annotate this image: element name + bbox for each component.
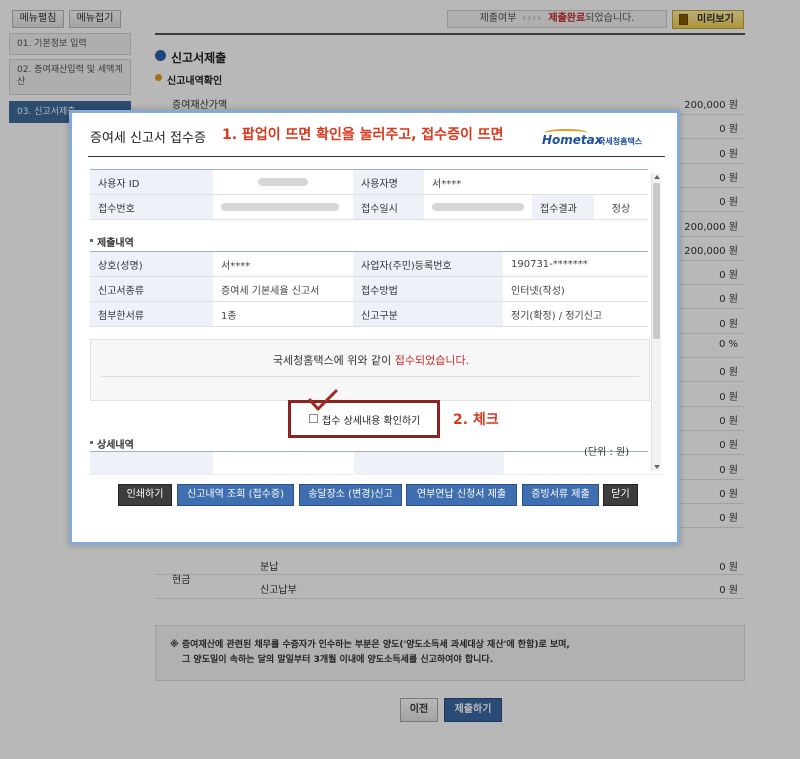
report-type-value: 정기(확정) / 정기신고 (503, 301, 648, 327)
popup-button-row: 인쇄하기 신고내역 조회 (접수증) 송달장소 (변경)신고 연부연납 신청서 … (72, 484, 677, 508)
attach-label: 첨부한서류 (90, 301, 213, 327)
user-id-value (213, 169, 353, 195)
user-name-value: 서**** (424, 169, 648, 195)
installment-button[interactable]: 연부연납 신청서 제출 (406, 484, 517, 506)
biz-no-label: 사업자(주민)등록번호 (353, 251, 503, 277)
form-type-label: 신고서종류 (90, 276, 213, 302)
trade-name-label: 상호(성명) (90, 251, 213, 277)
scroll-up-icon[interactable] (654, 175, 660, 179)
receipt-no-value (213, 194, 353, 220)
receipt-result-label: 접수결과 (532, 194, 594, 220)
detail-confirm-label[interactable]: 접수 상세내용 확인하기 (322, 412, 420, 427)
receipt-message-box: 국세청홈택스에 위와 같이 접수되었습니다. (90, 339, 650, 401)
hometax-logo: Hometax 국세청홈택스 (540, 129, 652, 151)
close-button[interactable]: 닫기 (603, 484, 638, 506)
receipt-result-value: 정상 (594, 194, 648, 220)
popup-scrollbar[interactable] (651, 173, 661, 471)
annotation-step-2: 2. 체크 (453, 412, 499, 428)
print-button[interactable]: 인쇄하기 (118, 484, 172, 506)
history-button[interactable]: 신고내역 조회 (접수증) (177, 484, 294, 506)
detail-table-head (90, 451, 648, 474)
submission-section-label: 제출내역 (90, 234, 134, 249)
receipt-method-label: 접수방법 (353, 276, 503, 302)
user-info-table: 사용자 ID 사용자명 서**** 접수번호 접수일시 접수결과 정상 (90, 169, 648, 220)
evidence-button[interactable]: 증빙서류 제출 (522, 484, 599, 506)
detail-section-label: 상세내역 (90, 436, 134, 451)
scroll-thumb[interactable] (653, 183, 660, 339)
receipt-date-label: 접수일시 (353, 194, 424, 220)
annotation-step-1: 1. 팝업이 뜨면 확인을 눌러주고, 접수증이 뜨면 (222, 127, 504, 143)
receipt-no-label: 접수번호 (90, 194, 213, 220)
detail-confirm-checkbox[interactable] (309, 414, 318, 423)
report-type-label: 신고구분 (353, 301, 503, 327)
user-id-label: 사용자 ID (90, 169, 213, 195)
logo-korean-text: 국세청홈택스 (598, 137, 643, 146)
receipt-popup: 증여세 신고서 접수증 1. 팝업이 뜨면 확인을 눌러주고, 접수증이 뜨면 … (69, 110, 680, 545)
submission-table: 상호(성명) 서**** 사업자(주민)등록번호 190731-******* … (90, 251, 648, 327)
receipt-message: 국세청홈택스에 위와 같이 접수되었습니다. (272, 354, 470, 367)
popup-divider (88, 156, 665, 157)
logo-text: Hometax (542, 133, 603, 147)
address-change-button[interactable]: 송달장소 (변경)신고 (299, 484, 402, 506)
form-type-value: 증여세 기본세율 신고서 (213, 276, 353, 302)
receipt-date-value (424, 194, 532, 220)
receipt-method-value: 인터넷(작성) (503, 276, 648, 302)
trade-name-value: 서**** (213, 251, 353, 277)
popup-title: 증여세 신고서 접수증 (90, 131, 206, 146)
scroll-down-icon[interactable] (654, 465, 660, 469)
message-divider (101, 376, 639, 377)
biz-no-value: 190731-******* (503, 251, 648, 277)
checkmark-icon (308, 389, 338, 411)
attach-value: 1종 (213, 301, 353, 327)
user-name-label: 사용자명 (353, 169, 424, 195)
unit-label: (단위 : 원) (584, 447, 630, 458)
